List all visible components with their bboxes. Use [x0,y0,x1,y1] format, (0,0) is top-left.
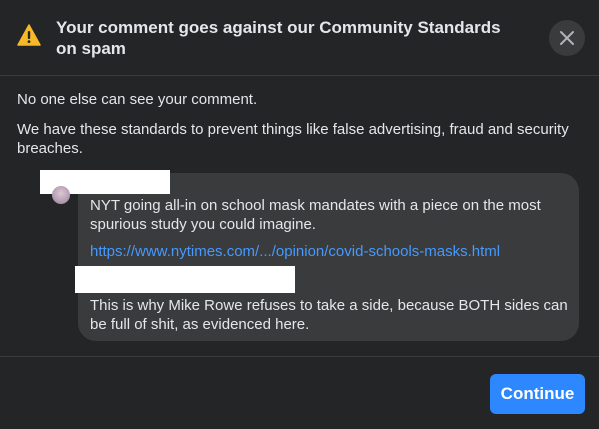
community-standards-dialog: Your comment goes against our Community … [0,0,599,429]
redacted-shared-text [75,266,295,293]
comment-text: NYT going all-in on school mask mandates… [90,197,541,233]
warning-icon [17,24,41,46]
close-button[interactable] [549,20,585,56]
dialog-header: Your comment goes against our Community … [0,0,599,76]
standards-explanation: We have these standards to prevent thing… [17,121,569,157]
comment-text-second: This is why Mike Rowe refuses to take a … [90,297,568,333]
avatar [52,186,70,204]
close-icon [560,31,574,45]
comment-link[interactable]: https://www.nytimes.com/.../opinion/covi… [90,242,500,261]
continue-button[interactable]: Continue [490,374,585,414]
visibility-notice: No one else can see your comment. [17,91,258,108]
dialog-title: Your comment goes against our Community … [56,18,501,58]
